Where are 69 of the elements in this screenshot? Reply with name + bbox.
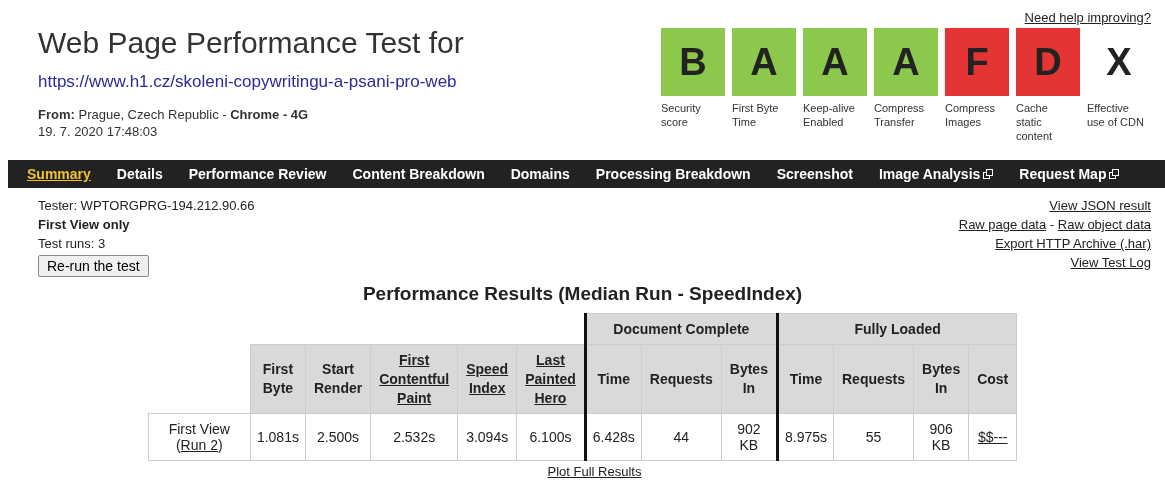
result-link[interactable]: Raw page data [958, 217, 1047, 232]
table-cell: 44 [673, 429, 690, 445]
nav-tab[interactable]: Request Map [1019, 166, 1120, 182]
column-header: Requests [833, 344, 914, 414]
nav-tab[interactable]: Screenshot [776, 166, 853, 182]
page-title: Web Page Performance Test for [38, 26, 464, 60]
table-cell: 2.500s [317, 429, 360, 445]
grade-box: F [945, 28, 1009, 96]
view-text: First View only [38, 216, 131, 234]
table-cell: 3.094s [466, 429, 509, 445]
grade-label: Keep-alive Enabled [803, 101, 856, 129]
grade-box: B [661, 28, 725, 96]
nav-tab[interactable]: Performance Review [188, 166, 327, 182]
external-link-icon [983, 169, 994, 179]
column-header[interactable]: Last Painted Hero [516, 344, 586, 414]
grade-box: A [732, 28, 796, 96]
grade-label: Effective use of CDN [1087, 101, 1145, 129]
nav-tab[interactable]: Domains [510, 166, 570, 182]
results-title: Performance Results (Median Run - SpeedIndex) [361, 283, 804, 305]
grade-label: Security score [661, 101, 702, 129]
grade-box: A [803, 28, 867, 96]
grade-label: Compress Images [945, 101, 997, 129]
nav-tab[interactable]: Summary [27, 166, 91, 182]
column-header: Bytes In [913, 344, 969, 414]
test-date-text: 19. 7. 2020 17:48:03 [38, 123, 159, 140]
column-header[interactable]: Speed Index [457, 344, 517, 414]
grade-box: A [874, 28, 938, 96]
column-header: Cost [968, 344, 1017, 414]
separator-text: - [1048, 217, 1056, 232]
table-cell: 2.532s [393, 429, 436, 445]
table-cell: 6.100s [529, 429, 572, 445]
column-header: Start Render [305, 344, 371, 414]
run-label: (Run 2) [174, 437, 224, 453]
row-label: First View [168, 421, 230, 437]
column-group-header: Document Complete [585, 313, 778, 345]
help-link[interactable]: Need help improving? [1024, 10, 1151, 25]
table-cell: 902 KB [737, 421, 761, 453]
tester-text: Tester: WPTORGPRG-194.212.90.66 [38, 197, 255, 215]
table-cell: 906 KB [929, 421, 953, 453]
test-runs-text: Test runs: 3 [38, 235, 107, 253]
test-location-text: From: Prague, Czech Republic - Chrome - 4G [38, 106, 310, 123]
tested-url-link[interactable]: https://www.h1.cz/skoleni-copywritingu-a-psani-pro-web [38, 72, 464, 92]
column-header: First Byte [250, 344, 306, 414]
nav-tab[interactable]: Processing Breakdown [595, 166, 751, 182]
column-header: Time [777, 344, 834, 414]
table-cell: 1.081s [256, 429, 299, 445]
result-link[interactable]: View JSON result [1049, 198, 1151, 213]
nav-tab[interactable]: Details [116, 166, 163, 182]
table-cell: 8.975s [784, 429, 827, 445]
column-header: Requests [641, 344, 722, 414]
run-link[interactable]: Run 2 [180, 437, 218, 453]
column-header[interactable]: First Contentful Paint [370, 344, 458, 414]
plot-results-link[interactable]: Plot Full Results [547, 464, 642, 479]
grade-label: Compress Transfer [874, 101, 926, 129]
column-group-header: Fully Loaded [777, 313, 1017, 345]
nav-tab[interactable]: Content Breakdown [352, 166, 485, 182]
grade-box: D [1016, 28, 1080, 96]
grade-label: First Byte Time [732, 101, 780, 129]
result-link[interactable]: View Test Log [1070, 255, 1151, 270]
column-header: Time [585, 344, 642, 414]
nav-tab[interactable]: Image Analysis [878, 166, 994, 182]
table-cell: 6.428s [592, 429, 635, 445]
result-link[interactable]: Export HTTP Archive (.har) [995, 236, 1151, 251]
result-link[interactable]: Raw object data [1057, 217, 1151, 232]
external-link-icon [1109, 169, 1120, 179]
rerun-button[interactable]: Re-run the test [38, 255, 149, 277]
table-cell: 55 [865, 429, 882, 445]
column-header: Bytes In [721, 344, 778, 414]
grade-label: Cache static content [1016, 101, 1054, 143]
